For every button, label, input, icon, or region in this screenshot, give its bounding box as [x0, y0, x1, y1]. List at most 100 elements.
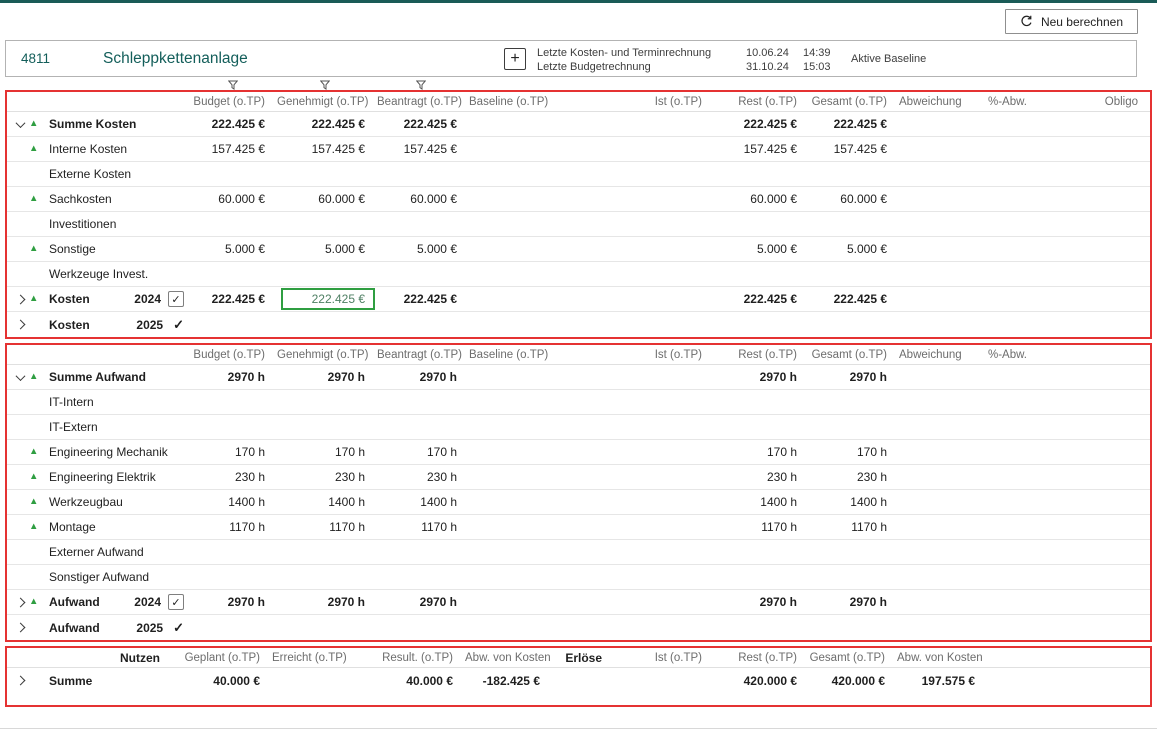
year-checkbox[interactable]: ✓ — [168, 594, 184, 610]
column-header: Genehmigt (o.TP) — [277, 96, 377, 108]
row-label-cell: ▲Engineering Mechanik — [7, 445, 192, 459]
value-cell: 60.000 € — [714, 192, 809, 206]
column-header: Ist (o.TP) — [614, 652, 714, 664]
filter-funnel-icon[interactable] — [320, 80, 330, 90]
value-cell: 170 h — [809, 445, 899, 459]
chevron-right-icon[interactable] — [12, 321, 29, 328]
row-label: Werkzeuge Invest. — [49, 267, 148, 281]
value-cell: 157.425 € — [809, 142, 899, 156]
toolbar: Neu berechnen — [0, 3, 1157, 40]
year-check-icon[interactable]: ✓ — [173, 317, 184, 333]
value-cell: 170 h — [192, 445, 277, 459]
row-label: IT-Extern — [49, 420, 98, 434]
value-cell: 157.425 € — [192, 142, 277, 156]
value-cell: -182.425 € — [465, 674, 552, 688]
value-cell: 157.425 € — [714, 142, 809, 156]
column-header: Beantragt (o.TP) — [377, 96, 469, 108]
chevron-right-icon[interactable] — [12, 599, 29, 606]
filter-funnel-icon[interactable] — [416, 80, 426, 90]
calc-info-times: 14:39 15:03 — [803, 46, 831, 74]
row-label-cell: Aufwand2025✓ — [7, 620, 192, 636]
last-cost-calc-date: 10.06.24 — [746, 46, 789, 60]
row-year: 2024 — [134, 292, 161, 306]
chevron-down-icon[interactable] — [12, 121, 29, 128]
value-cell: 170 h — [377, 445, 469, 459]
column-header: Genehmigt (o.TP) — [277, 349, 377, 361]
row-label: Summe Aufwand — [49, 370, 146, 384]
row-label: Summe — [49, 674, 92, 688]
row-label: Sachkosten — [49, 192, 112, 206]
table-row: Aufwand2025✓ — [7, 615, 1150, 640]
recalculate-button[interactable]: Neu berechnen — [1005, 9, 1138, 34]
column-header: Rest (o.TP) — [714, 349, 809, 361]
row-label-cell: IT-Intern — [7, 395, 192, 409]
column-header: Obligo — [1039, 96, 1150, 108]
column-header: Baseline (o.TP) — [469, 349, 554, 361]
value-cell: 5.000 € — [377, 242, 469, 256]
value-cell: 157.425 € — [377, 142, 469, 156]
column-header: Budget (o.TP) — [192, 349, 277, 361]
value-cell: 40.000 € — [172, 674, 272, 688]
column-header: Geplant (o.TP) — [172, 652, 272, 664]
value-cell: 222.425 € — [377, 117, 469, 131]
status-up-triangle-icon: ▲ — [29, 294, 49, 304]
table-row: ▲Aufwand2024✓2970 h2970 h2970 h2970 h297… — [7, 590, 1150, 615]
year-checkbox[interactable]: ✓ — [168, 291, 184, 307]
value-cell: 60.000 € — [377, 192, 469, 206]
status-up-triangle-icon: ▲ — [29, 472, 49, 482]
last-cost-calc-label: Letzte Kosten- und Terminrechnung — [537, 46, 711, 60]
row-label-cell: ▲Kosten2024✓ — [7, 291, 192, 307]
row-label-cell: Externer Aufwand — [7, 545, 192, 559]
row-label: Sonstige — [49, 242, 96, 256]
value-cell: 2970 h — [277, 595, 377, 609]
column-header: Gesamt (o.TP) — [809, 349, 899, 361]
value-cell: 222.425 € — [277, 117, 377, 131]
row-label-cell: ▲Engineering Elektrik — [7, 470, 192, 484]
value-cell: 1170 h — [192, 520, 277, 534]
column-header: Gesamt (o.TP) — [809, 652, 897, 664]
chevron-right-icon[interactable] — [12, 624, 29, 631]
chevron-right-icon[interactable] — [12, 677, 29, 684]
value-cell: 2970 h — [377, 370, 469, 384]
row-label: Summe Kosten — [49, 117, 136, 131]
value-cell: 170 h — [277, 445, 377, 459]
column-header: Rest (o.TP) — [714, 96, 809, 108]
value-cell: 5.000 € — [714, 242, 809, 256]
expand-all-button[interactable]: + — [504, 48, 526, 70]
last-budget-calc-label: Letzte Budgetrechnung — [537, 60, 711, 74]
row-label-cell: ▲Montage — [7, 520, 192, 534]
filter-funnel-icon[interactable] — [228, 80, 238, 90]
chevron-down-icon[interactable] — [12, 374, 29, 381]
row-label: Werkzeugbau — [49, 495, 123, 509]
table-row: Werkzeuge Invest. — [7, 262, 1150, 287]
value-cell: 170 h — [714, 445, 809, 459]
row-label-cell: Kosten2025✓ — [7, 317, 192, 333]
chevron-right-icon[interactable] — [12, 296, 29, 303]
row-label: Engineering Elektrik — [49, 470, 156, 484]
column-header: Budget (o.TP) — [192, 96, 277, 108]
row-year: 2024 — [134, 595, 161, 609]
row-year: 2025 — [136, 318, 163, 332]
table-row: ▲Sonstige5.000 €5.000 €5.000 €5.000 €5.0… — [7, 237, 1150, 262]
row-label: IT-Intern — [49, 395, 94, 409]
table-row: IT-Extern — [7, 415, 1150, 440]
value-cell: 230 h — [277, 470, 377, 484]
value-cell: 2970 h — [809, 370, 899, 384]
column-header: Abw. von Kosten — [897, 652, 987, 664]
row-label: Aufwand — [49, 621, 100, 635]
calc-info-labels: Letzte Kosten- und Terminrechnung Letzte… — [537, 46, 711, 74]
budget-filter — [190, 77, 275, 90]
last-budget-calc-date: 31.10.24 — [746, 60, 789, 74]
refresh-icon — [1020, 15, 1033, 28]
value-cell: 222.425 € — [377, 292, 469, 306]
column-header: Gesamt (o.TP) — [809, 96, 899, 108]
value-cell: 1400 h — [377, 495, 469, 509]
value-cell: 60.000 € — [809, 192, 899, 206]
value-cell: 1170 h — [809, 520, 899, 534]
row-label-cell: IT-Extern — [7, 420, 192, 434]
highlighted-value-box[interactable]: 222.425 € — [281, 288, 375, 310]
table-header-row: Budget (o.TP)Genehmigt (o.TP)Beantragt (… — [7, 345, 1150, 365]
year-check-icon[interactable]: ✓ — [173, 620, 184, 636]
value-cell: 222.425 € — [809, 117, 899, 131]
value-cell: 2970 h — [377, 595, 469, 609]
